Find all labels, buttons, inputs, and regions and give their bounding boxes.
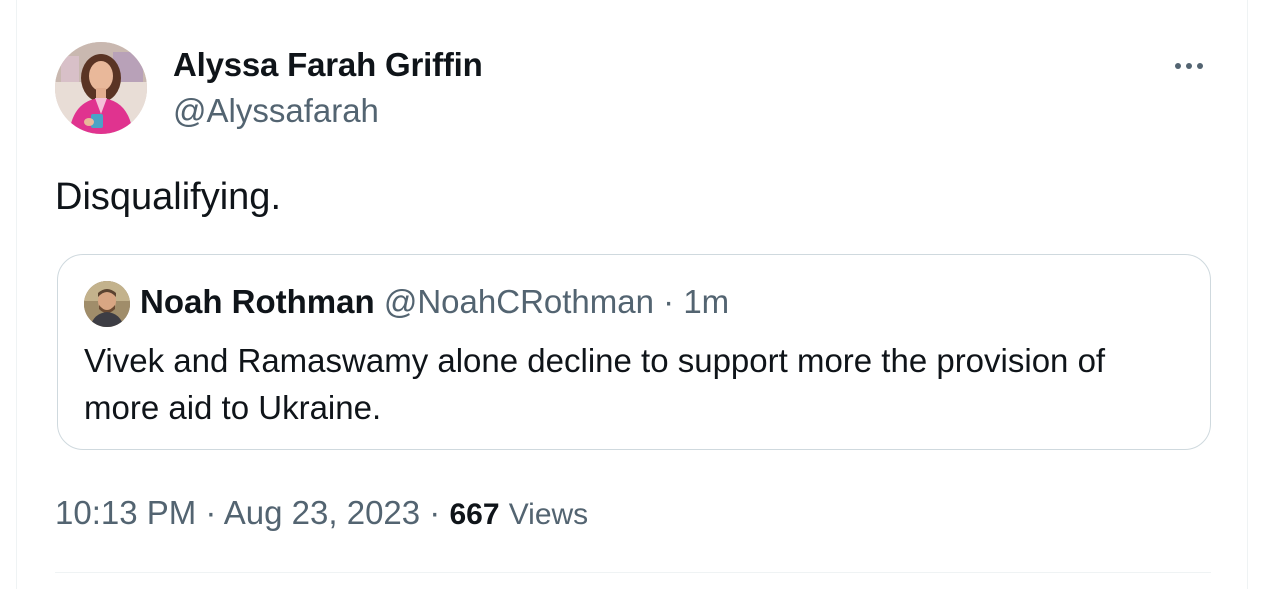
author-handle[interactable]: @Alyssafarah [173,92,379,130]
more-dot [1186,63,1192,69]
quoted-tweet-card[interactable]: Noah Rothman @NoahCRothman · 1m Vivek an… [57,254,1211,450]
tweet-card: Alyssa Farah Griffin @Alyssafarah Disqua… [16,0,1248,589]
quoted-tweet-header: Noah Rothman @NoahCRothman · 1m [140,283,729,321]
author-name[interactable]: Alyssa Farah Griffin [173,46,483,84]
more-dot [1197,63,1203,69]
quoted-author-avatar[interactable] [84,281,130,327]
tweet-text: Disqualifying. [55,176,281,218]
more-horizontal-icon [1175,63,1181,69]
quoted-avatar-image [84,281,130,327]
author-avatar-image [55,42,147,134]
quoted-timestamp[interactable]: 1m [683,283,729,320]
tweet-metadata: 10:13 PM · Aug 23, 2023 · 667 Views [55,494,588,532]
quoted-author-name[interactable]: Noah Rothman [140,283,375,320]
meta-separator: · [205,494,217,531]
tweet-date[interactable]: Aug 23, 2023 [224,494,420,531]
quoted-tweet-text: Vivek and Ramaswamy alone decline to sup… [84,342,1106,426]
author-avatar[interactable] [55,42,147,134]
divider [55,572,1211,573]
quoted-author-handle[interactable]: @NoahCRothman [384,283,654,320]
views-label: Views [508,498,589,531]
more-options-button[interactable] [1167,48,1211,84]
tweet-time[interactable]: 10:13 PM [55,494,196,531]
views-count: 667 [449,498,500,531]
quoted-separator: · [663,283,675,320]
meta-separator: · [429,494,441,531]
